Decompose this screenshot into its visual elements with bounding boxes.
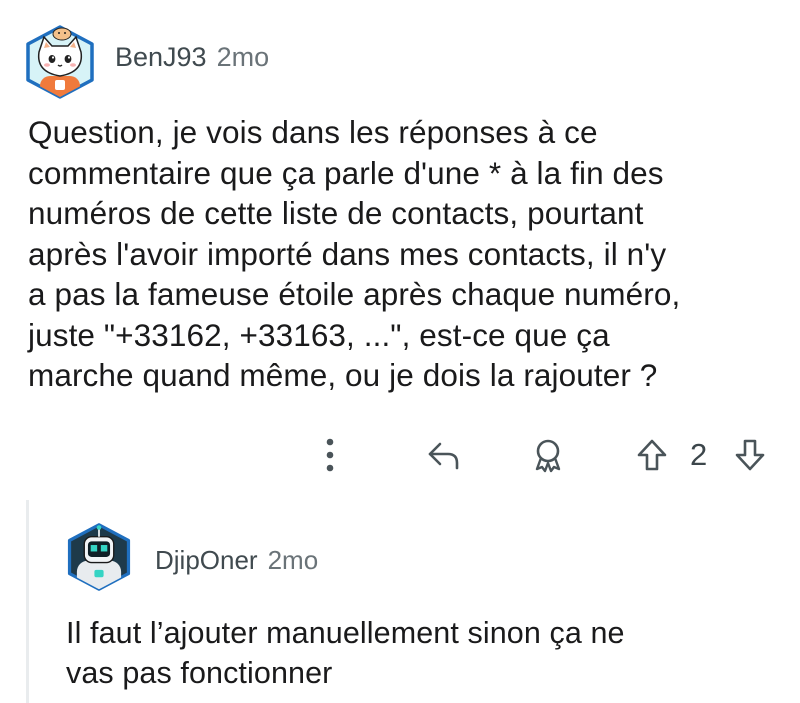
reply-body: Il faut l’ajouter manuellement sinon ça … [66, 613, 625, 693]
comment-line: marche quand même, ou je dois la rajoute… [28, 357, 658, 393]
comment-line: commentaire que ça parle d'une * à la fi… [28, 154, 664, 191]
more-options-button[interactable] [310, 433, 350, 477]
reply-avatar[interactable] [64, 522, 134, 592]
comment-actions: 2 [310, 433, 780, 477]
comment-line: juste "+33162, +33163, ...", est-ce que … [28, 316, 610, 353]
reply-button[interactable] [422, 433, 466, 477]
thread-line[interactable] [26, 500, 29, 703]
comment-line: Question, je vois dans les réponses à ce [28, 114, 598, 150]
username[interactable]: BenJ93 [115, 42, 207, 73]
cat-avatar-icon [26, 25, 94, 99]
award-button[interactable] [526, 433, 570, 477]
reply-timestamp: 2mo [267, 545, 319, 575]
more-vertical-icon [326, 438, 334, 472]
comment-body: Question, je vois dans les réponses à ce… [28, 112, 680, 396]
comment-line: numéros de cette liste de contacts, pour… [28, 195, 644, 231]
comment-line: a pas la fameuse étoile après chaque num… [28, 276, 681, 312]
avatar[interactable] [22, 24, 98, 100]
award-icon [535, 439, 561, 473]
reply-icon [428, 442, 459, 470]
reply-line: vas pas fonctionner [66, 656, 333, 690]
comment-line: après l'avoir importé dans mes contacts,… [28, 235, 667, 272]
upvote-arrow-icon [637, 439, 667, 471]
downvote-button[interactable] [728, 433, 772, 477]
downvote-arrow-icon [735, 439, 765, 471]
timestamp: 2mo [216, 42, 270, 72]
vote-count: 2 [690, 437, 708, 472]
reply-line: Il faut l’ajouter manuellement sinon ça … [66, 616, 625, 650]
reply-header: DjipOner 2mo [155, 545, 318, 576]
robot-avatar-icon [67, 523, 131, 591]
reply-username[interactable]: DjipOner [155, 545, 258, 576]
comment-header: BenJ93 2mo [115, 42, 269, 73]
upvote-button[interactable] [630, 433, 674, 477]
